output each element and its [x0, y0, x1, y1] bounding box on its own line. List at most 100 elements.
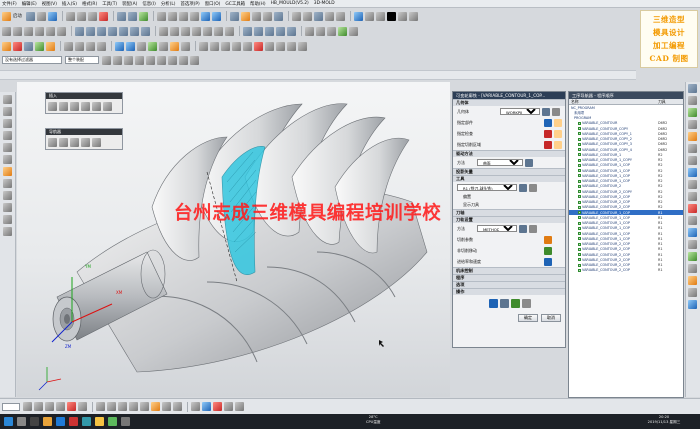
- redo-icon[interactable]: [127, 11, 137, 21]
- edit-object-display-icon[interactable]: [273, 11, 283, 21]
- navigator-row[interactable]: VARIABLE_CONTOUR_2_COP R1: [569, 263, 683, 268]
- spline-icon[interactable]: [57, 26, 66, 36]
- history-icon[interactable]: [81, 138, 90, 147]
- select-cut-area-icon[interactable]: [544, 140, 552, 149]
- command-finder-icon[interactable]: [138, 11, 148, 21]
- navigator-row[interactable]: VARIABLE_CONTOUR_COPY_2 D6R2: [569, 137, 683, 142]
- create-operation-icon[interactable]: [46, 41, 55, 51]
- verify-toolpath-icon[interactable]: [148, 41, 157, 51]
- unite-icon[interactable]: [119, 26, 128, 36]
- view-icon[interactable]: [408, 11, 418, 21]
- sketch-icon[interactable]: [2, 26, 11, 36]
- existing-point-icon[interactable]: [190, 55, 199, 65]
- circle-tool-icon[interactable]: [3, 131, 12, 140]
- cut-params-icon[interactable]: [544, 235, 552, 244]
- menu-item[interactable]: 视图(V): [42, 1, 57, 7]
- constraint-navigator-tab-icon[interactable]: [687, 96, 697, 105]
- file-explorer-icon[interactable]: [43, 417, 52, 426]
- menu-item[interactable]: 3D-MOLD: [314, 1, 335, 6]
- insert-line-icon[interactable]: [59, 102, 68, 111]
- section-tool-axis[interactable]: 刀轴: [453, 209, 565, 216]
- end-point-icon[interactable]: [124, 55, 133, 65]
- drive-method-select[interactable]: 曲面: [477, 159, 523, 166]
- post-process-icon[interactable]: [170, 41, 179, 51]
- navigator-row[interactable]: VARIABLE_CONTOUR D6R2: [569, 121, 683, 126]
- delete-operation-icon[interactable]: [254, 41, 263, 51]
- vector-icon[interactable]: [335, 11, 345, 21]
- subtract-icon[interactable]: [130, 26, 139, 36]
- line-icon[interactable]: [13, 26, 22, 36]
- section-drive-method[interactable]: 驱动方法: [453, 150, 565, 157]
- insert-point-icon[interactable]: [48, 102, 57, 111]
- navigator-row[interactable]: VARIABLE_CONTOUR_2_COP R1: [569, 257, 683, 262]
- filter-combo[interactable]: 没有选择过滤器: [2, 56, 62, 64]
- new-geometry-icon[interactable]: [542, 107, 550, 116]
- extrude-icon[interactable]: [75, 26, 84, 36]
- pull-face-icon[interactable]: [338, 26, 347, 36]
- color-icon[interactable]: [386, 11, 396, 21]
- delete-face-icon[interactable]: [327, 26, 336, 36]
- assembly-combo[interactable]: 整个装配: [65, 56, 99, 64]
- menu-item[interactable]: 分析(L): [161, 1, 176, 7]
- menu-item[interactable]: GC工具箱: [225, 1, 245, 7]
- datum-axis-icon[interactable]: [129, 402, 138, 411]
- hd3d-tools-tab-icon[interactable]: [687, 132, 697, 141]
- mirror-icon[interactable]: [151, 402, 160, 411]
- clip-view-icon[interactable]: [67, 402, 76, 411]
- graphics-window[interactable]: YM XM ZM 插入 导航器: [17, 82, 450, 397]
- top-view-icon[interactable]: [34, 402, 43, 411]
- trim-body-icon[interactable]: [214, 26, 223, 36]
- bridge-curve-icon[interactable]: [3, 203, 12, 212]
- navigator-row[interactable]: VARIABLE_CONTOUR_2_COP R1: [569, 242, 683, 247]
- assembly-navigator-tab-icon[interactable]: [687, 84, 697, 93]
- assembly-navigator-icon[interactable]: [70, 138, 79, 147]
- point-icon[interactable]: [324, 11, 334, 21]
- blend-icon[interactable]: [173, 402, 182, 411]
- section-options[interactable]: 选项: [453, 281, 565, 288]
- folder-icon[interactable]: [95, 417, 104, 426]
- mid-point-icon[interactable]: [135, 55, 144, 65]
- pattern-icon[interactable]: [162, 402, 171, 411]
- navigator-row[interactable]: VARIABLE_CONTOUR_1_COP R2: [569, 168, 683, 173]
- save-icon[interactable]: [47, 11, 57, 21]
- system-materials-tab-icon[interactable]: [687, 168, 697, 177]
- split-body-icon[interactable]: [225, 26, 234, 36]
- machine-tool-view-icon[interactable]: [75, 41, 84, 51]
- curve-icon[interactable]: [3, 227, 12, 236]
- list-icon[interactable]: [522, 299, 531, 308]
- insert-arc-icon[interactable]: [70, 102, 79, 111]
- display-check-icon[interactable]: [554, 129, 562, 138]
- col-tool[interactable]: 刀具: [655, 99, 683, 105]
- navigator-row[interactable]: VARIABLE_CONTOUR_2_COP R1: [569, 252, 683, 257]
- navigator-row[interactable]: VARIABLE_CONTOUR_1_COPY R2: [569, 158, 683, 163]
- navigator-row[interactable]: VARIABLE_CONTOUR_1_COP R1: [569, 236, 683, 241]
- display-2d-icon[interactable]: [210, 41, 219, 51]
- select-part-icon[interactable]: [544, 118, 552, 127]
- offset-curve-icon[interactable]: [3, 167, 12, 176]
- arc-tool-icon[interactable]: [3, 119, 12, 128]
- quadrant-point-icon[interactable]: [179, 55, 188, 65]
- col-name[interactable]: 名称: [569, 99, 655, 105]
- task-view-icon[interactable]: [30, 417, 39, 426]
- undo-icon[interactable]: [116, 11, 126, 21]
- paste-icon[interactable]: [87, 11, 97, 21]
- navigator-row[interactable]: VARIABLE_CONTOUR_1_COP R1: [569, 210, 683, 216]
- media-icon[interactable]: [69, 417, 78, 426]
- invert-icon[interactable]: [262, 11, 272, 21]
- insert-sketch-icon[interactable]: [103, 102, 112, 111]
- cube-icon[interactable]: [353, 11, 363, 21]
- start-label[interactable]: 启动: [13, 13, 22, 19]
- part-navigator-icon[interactable]: [59, 138, 68, 147]
- geometry-select[interactable]: WORKPIECE: [500, 108, 540, 115]
- navigator-row[interactable]: VARIABLE_CONTOUR_2_COP R2: [569, 194, 683, 199]
- control-point-icon[interactable]: [146, 55, 155, 65]
- menu-item[interactable]: 首选项(P): [180, 1, 199, 7]
- program-view-icon[interactable]: [64, 41, 73, 51]
- intersect-icon[interactable]: [141, 26, 150, 36]
- palette-tab-icon[interactable]: [687, 264, 697, 273]
- n-sided-surface-icon[interactable]: [287, 26, 296, 36]
- process-studio-tab-icon[interactable]: [687, 180, 697, 189]
- select-check-icon[interactable]: [544, 129, 552, 138]
- menu-item[interactable]: 信息(I): [142, 1, 156, 7]
- light-icon[interactable]: [397, 11, 407, 21]
